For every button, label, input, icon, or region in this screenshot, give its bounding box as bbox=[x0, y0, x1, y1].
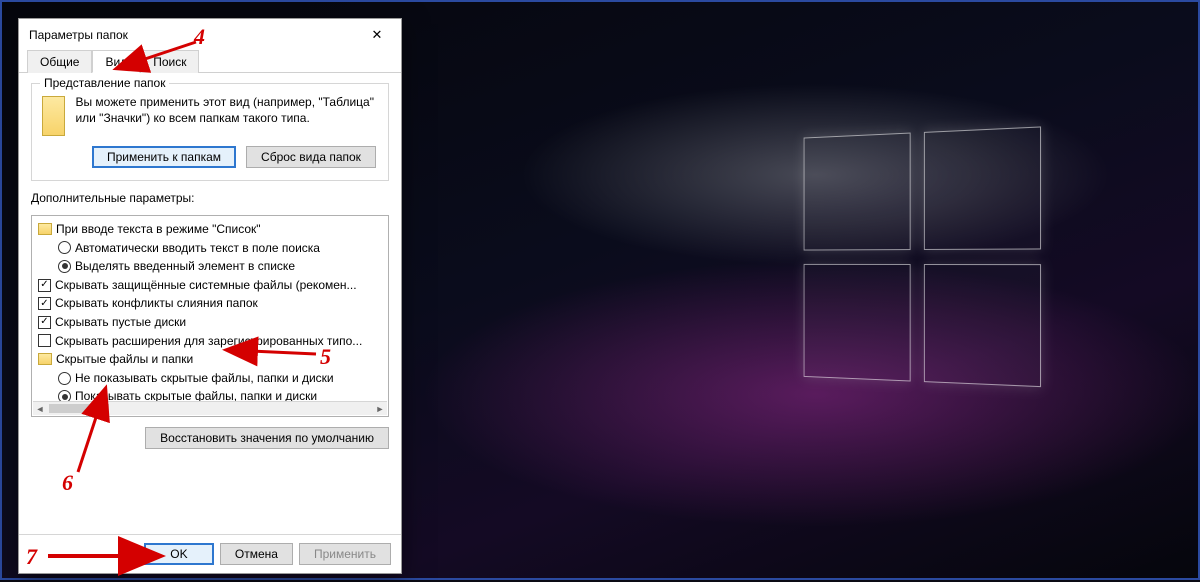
annotation-5: 5 bbox=[320, 344, 331, 370]
annotation-arrows bbox=[2, 2, 1200, 582]
annotation-6: 6 bbox=[62, 470, 73, 496]
annotation-7: 7 bbox=[26, 544, 37, 570]
annotation-4: 4 bbox=[194, 24, 205, 50]
